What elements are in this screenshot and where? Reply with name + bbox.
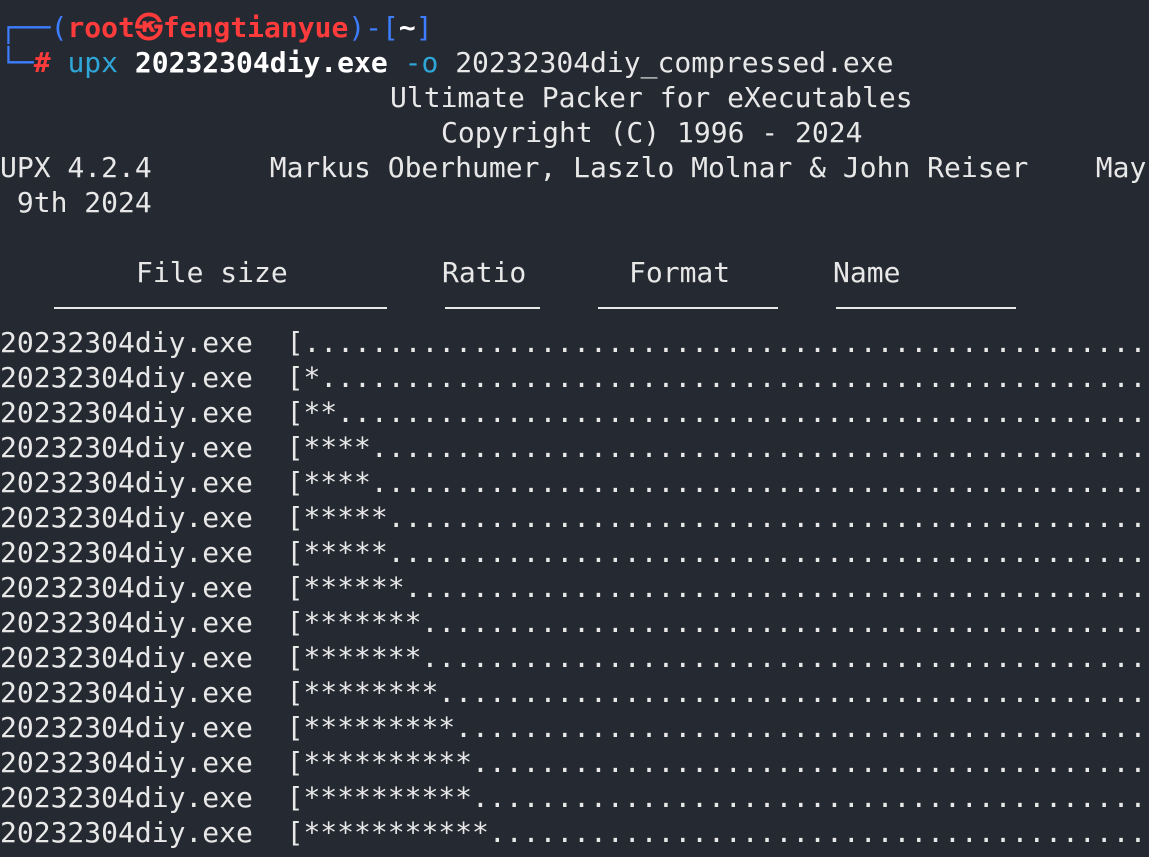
progress-row-file: 20232304diy.exe: [0, 466, 253, 499]
progress-row-bar: [**********.............................…: [286, 781, 1149, 814]
progress-row-bar: [*******................................…: [286, 641, 1149, 674]
progress-row-file: 20232304diy.exe: [0, 606, 253, 639]
header-file-size: File size: [136, 256, 288, 289]
header-rule-file-size: [54, 307, 387, 309]
progress-row-bar: [********...............................…: [286, 676, 1149, 709]
prompt-corner-bottom: └─: [0, 46, 34, 79]
progress-row-file: 20232304diy.exe: [0, 396, 253, 429]
progress-row: 20232304diy.exe [****...................…: [0, 465, 1149, 500]
progress-row-file: 20232304diy.exe: [0, 536, 253, 569]
prompt-corner-top: ┌──(: [0, 11, 68, 44]
progress-row: 20232304diy.exe [**********.............…: [0, 780, 1149, 815]
progress-row-file: 20232304diy.exe: [0, 676, 253, 709]
header-rule-ratio: [445, 307, 540, 309]
header-name: Name: [833, 256, 901, 289]
progress-row: 20232304diy.exe [*****..................…: [0, 535, 1149, 570]
progress-row-file: 20232304diy.exe: [0, 816, 253, 849]
command-program: upx: [67, 46, 119, 79]
command-flag: -o: [404, 46, 439, 79]
progress-row-file: 20232304diy.exe: [0, 431, 253, 464]
prompt-end: ]: [415, 11, 433, 44]
progress-row-file: 20232304diy.exe: [0, 746, 253, 779]
progress-row: 20232304diy.exe [*******................…: [0, 640, 1149, 675]
progress-row-file: 20232304diy.exe: [0, 641, 253, 674]
header-format: Format: [629, 256, 731, 289]
progress-row-file: 20232304diy.exe: [0, 361, 253, 394]
progress-row: 20232304diy.exe [**.....................…: [0, 395, 1149, 430]
prompt-at-symbol: ㉿: [134, 11, 163, 44]
progress-row: 20232304diy.exe [**********.............…: [0, 745, 1149, 780]
progress-row: 20232304diy.exe [***********............…: [0, 815, 1149, 850]
prompt-host: fengtianyue: [162, 11, 349, 44]
progress-row-file: 20232304diy.exe: [0, 781, 253, 814]
banner-date: 9th 2024: [0, 186, 152, 219]
prompt-line-top: ┌──(root㉿fengtianyue)-[~]: [0, 10, 433, 45]
progress-row-bar: [*******................................…: [286, 606, 1149, 639]
progress-row: 20232304diy.exe [*******................…: [0, 605, 1149, 640]
progress-row: 20232304diy.exe [*****..................…: [0, 500, 1149, 535]
progress-row-file: 20232304diy.exe: [0, 501, 253, 534]
progress-row-bar: [**.....................................…: [286, 396, 1149, 429]
command-input-file: 20232304diy.exe: [134, 46, 388, 79]
banner-title: Ultimate Packer for eXecutables: [390, 81, 913, 114]
progress-row: 20232304diy.exe [*......................…: [0, 360, 1149, 395]
progress-row-bar: [******.................................…: [286, 571, 1149, 604]
header-rule-format: [598, 307, 778, 309]
progress-row-bar: [**********.............................…: [286, 746, 1149, 779]
progress-row-bar: [*****..................................…: [286, 501, 1149, 534]
progress-row-file: 20232304diy.exe: [0, 711, 253, 744]
command-line: └─# upx 20232304diy.exe -o 20232304diy_c…: [0, 45, 893, 80]
progress-row-bar: [.......................................…: [286, 326, 1149, 359]
progress-row-bar: [*********..............................…: [286, 711, 1149, 744]
terminal-window[interactable]: ┌──(root㉿fengtianyue)-[~] └─# upx 202323…: [0, 0, 1149, 857]
progress-row-file: 20232304diy.exe: [0, 571, 253, 604]
progress-row-bar: [*......................................…: [286, 361, 1149, 394]
progress-row: 20232304diy.exe [****...................…: [0, 430, 1149, 465]
progress-row-file: 20232304diy.exe: [0, 326, 253, 359]
progress-row-bar: [*****..................................…: [286, 536, 1149, 569]
header-rule-name: [836, 307, 1016, 309]
progress-row: 20232304diy.exe [.......................…: [0, 325, 1149, 360]
progress-row-bar: [***********............................…: [286, 816, 1149, 849]
progress-row: 20232304diy.exe [********...............…: [0, 675, 1149, 710]
prompt-cwd: ~: [398, 11, 416, 44]
command-output-file: 20232304diy_compressed.exe: [455, 46, 894, 79]
banner-version-authors: UPX 4.2.4 Markus Oberhumer, Laszlo Molna…: [0, 151, 1147, 184]
header-ratio: Ratio: [442, 256, 527, 289]
prompt-user: root: [67, 11, 135, 44]
progress-row: 20232304diy.exe [******.................…: [0, 570, 1149, 605]
progress-row-bar: [****...................................…: [286, 431, 1149, 464]
progress-row-bar: [****...................................…: [286, 466, 1149, 499]
progress-row: 20232304diy.exe [*********..............…: [0, 710, 1149, 745]
prompt-hash: #: [33, 46, 51, 79]
banner-copyright: Copyright (C) 1996 - 2024: [441, 116, 863, 149]
prompt-mid: )-[: [348, 11, 399, 44]
